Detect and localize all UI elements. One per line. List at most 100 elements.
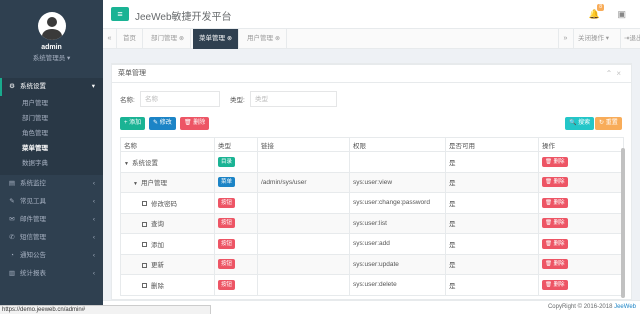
close-icon[interactable]: ⊗ bbox=[275, 29, 280, 49]
close-operations-dropdown[interactable]: 关闭操作 ▾ bbox=[573, 29, 613, 49]
expand-caret-icon[interactable]: ▼ bbox=[133, 181, 138, 187]
enabled-cell: 是 bbox=[445, 171, 539, 193]
name-cell: 修改密码 bbox=[120, 192, 215, 214]
column-header[interactable]: 是否可用 bbox=[445, 137, 539, 152]
collapse-icon[interactable]: ⌃ bbox=[606, 69, 617, 78]
type-search-input[interactable] bbox=[250, 91, 337, 107]
table-row[interactable]: ▼ 系统设置 目录是 🗑 删除 bbox=[120, 151, 624, 173]
delete-button[interactable]: 🗑 删除 bbox=[180, 117, 210, 130]
table-row[interactable]: 查询 按钮 sys:user:list 是 🗑 删除 bbox=[120, 212, 624, 234]
name-search-input[interactable] bbox=[140, 91, 220, 107]
tab-scroll-left-button[interactable]: « bbox=[103, 29, 117, 49]
type-badge: 按钮 bbox=[218, 238, 236, 249]
sidebar-group-5[interactable]: ◔ 通知公告 ‹ bbox=[0, 247, 103, 265]
chevron-left-icon: ‹ bbox=[92, 198, 95, 205]
add-button[interactable]: + 添加 bbox=[120, 117, 146, 130]
sidebar-subitem[interactable]: 数据字典 bbox=[0, 156, 103, 171]
user-menu-icon[interactable]: ▣ bbox=[617, 9, 626, 20]
sidebar: admin 系统管理员 ▾ ⚙ 系统设置 ▾ 用户管理 部门管理 角色管理 菜单管理 数据字典… bbox=[0, 0, 103, 314]
logout-button[interactable]: ⇥退出 bbox=[620, 29, 640, 49]
sidebar-subitem[interactable]: 菜单管理 bbox=[0, 141, 103, 156]
chevron-left-icon: ‹ bbox=[92, 234, 95, 241]
table-row[interactable]: 添加 按钮 sys:user:add 是 🗑 删除 bbox=[120, 233, 624, 255]
top-header: ≡ JeeWeb敏捷开发平台 🔔 8 ▣ bbox=[103, 0, 640, 29]
row-delete-button[interactable]: 🗑 删除 bbox=[542, 259, 568, 270]
chevron-left-icon: ‹ bbox=[92, 216, 95, 223]
table-row[interactable]: 更新 按钮 sys:user:update 是 🗑 删除 bbox=[120, 253, 624, 275]
row-delete-button[interactable]: 🗑 删除 bbox=[542, 177, 568, 188]
sidebar-group-2[interactable]: ✎ 常见工具 ‹ bbox=[0, 193, 103, 211]
avatar[interactable] bbox=[37, 12, 66, 40]
row-delete-button[interactable]: 🗑 删除 bbox=[542, 218, 568, 229]
column-header[interactable]: 权限 bbox=[349, 137, 446, 152]
profile-role-dropdown[interactable]: 系统管理员 ▾ bbox=[0, 52, 103, 62]
sidebar-group-3[interactable]: ✉ 邮件管理 ‹ bbox=[0, 211, 103, 229]
tab-user[interactable]: 用户管理 ⊗ bbox=[241, 29, 288, 49]
row-delete-button[interactable]: 🗑 删除 bbox=[542, 156, 568, 167]
type-cell: 按钮 bbox=[214, 233, 258, 255]
sidebar-group-label: 系统监控 bbox=[20, 180, 46, 187]
sidebar-group-6[interactable]: ▥ 统计报表 ‹ bbox=[0, 265, 103, 283]
permission-cell: sys:user:add bbox=[349, 233, 446, 255]
close-panel-icon[interactable]: × bbox=[616, 69, 625, 78]
reset-button[interactable]: ↻ 重置 bbox=[595, 117, 622, 130]
sidebar-subitem[interactable]: 用户管理 bbox=[0, 96, 103, 111]
table-row[interactable]: 删除 按钮 sys:user:delete 是 🗑 删除 bbox=[120, 274, 624, 296]
column-header[interactable]: 类型 bbox=[214, 137, 258, 152]
tab-scroll-right-button[interactable]: » bbox=[558, 29, 572, 49]
link-cell bbox=[257, 233, 350, 255]
table-row[interactable]: ▼ 用户管理 菜单/admin/sys/user sys:user:view 是 🗑 删除 bbox=[120, 171, 624, 193]
name-cell: 查询 bbox=[120, 212, 215, 234]
permission-cell: sys:user:view bbox=[349, 171, 446, 193]
sidebar-submenu: 用户管理 部门管理 角色管理 菜单管理 数据字典 bbox=[0, 96, 103, 175]
edit-button[interactable]: ✎ 修改 bbox=[149, 117, 176, 130]
sidebar-group-label: 通知公告 bbox=[20, 252, 46, 259]
search-button[interactable]: 🔍 搜索 bbox=[565, 117, 595, 130]
permission-cell: sys:user:list bbox=[349, 212, 446, 234]
row-delete-button[interactable]: 🗑 删除 bbox=[542, 197, 568, 208]
menu-toggle-button[interactable]: ≡ bbox=[111, 7, 129, 21]
action-cell: 🗑 删除 bbox=[538, 192, 624, 214]
row-delete-button[interactable]: 🗑 删除 bbox=[542, 238, 568, 249]
tab-label: 首页 bbox=[123, 35, 136, 42]
tab-home[interactable]: 首页 bbox=[117, 29, 143, 49]
expand-caret-icon[interactable]: ▼ bbox=[124, 161, 129, 167]
sidebar-group-label: 短信管理 bbox=[20, 234, 46, 241]
close-icon[interactable]: ⊗ bbox=[179, 29, 184, 49]
close-icon[interactable]: ⊗ bbox=[227, 29, 232, 49]
action-cell: 🗑 删除 bbox=[538, 212, 624, 234]
table-scrollbar[interactable] bbox=[621, 148, 625, 298]
name-cell: 删除 bbox=[120, 274, 215, 296]
wrench-icon: ✎ bbox=[9, 198, 15, 205]
tab-label: 菜单管理 bbox=[199, 35, 225, 42]
brand-link[interactable]: JeeWeb bbox=[614, 304, 636, 310]
type-badge: 目录 bbox=[218, 156, 236, 167]
action-cell: 🗑 删除 bbox=[538, 233, 624, 255]
tab-dept[interactable]: 部门管理 ⊗ bbox=[145, 29, 192, 49]
table-row[interactable]: 修改密码 按钮 sys:user:change:password 是 🗑 删除 bbox=[120, 192, 624, 214]
type-cell: 按钮 bbox=[214, 253, 258, 275]
row-delete-button[interactable]: 🗑 删除 bbox=[542, 279, 568, 290]
table-header-row: 名称 类型 链接 权限 是否可用 操作 bbox=[120, 137, 624, 152]
menu-name: 更新 bbox=[151, 262, 164, 270]
sidebar-group-0[interactable]: ⚙ 系统设置 ▾ bbox=[0, 78, 103, 96]
action-cell: 🗑 删除 bbox=[538, 253, 624, 275]
type-badge: 按钮 bbox=[218, 218, 236, 229]
sidebar-subitem[interactable]: 角色管理 bbox=[0, 126, 103, 141]
sms-icon: ✆ bbox=[9, 234, 15, 241]
column-header[interactable]: 链接 bbox=[257, 137, 350, 152]
column-header[interactable]: 名称 bbox=[120, 137, 215, 152]
tab-menu[interactable]: 菜单管理 ⊗ bbox=[193, 29, 240, 49]
sidebar-subitem[interactable]: 部门管理 bbox=[0, 111, 103, 126]
chevron-left-icon: ‹ bbox=[92, 252, 95, 259]
tab-label: 部门管理 bbox=[151, 35, 177, 42]
column-header[interactable]: 操作 bbox=[538, 137, 624, 152]
sidebar-group-4[interactable]: ✆ 短信管理 ‹ bbox=[0, 229, 103, 247]
hamburger-icon: ≡ bbox=[117, 9, 123, 19]
link-cell bbox=[257, 274, 350, 296]
panel-title: 菜单管理 ⌃× bbox=[112, 65, 631, 83]
chevron-left-icon: ‹ bbox=[92, 180, 95, 187]
bullhorn-icon: ◔ bbox=[10, 252, 14, 259]
menu-name: 修改密码 bbox=[151, 200, 177, 208]
sidebar-group-1[interactable]: ▤ 系统监控 ‹ bbox=[0, 175, 103, 193]
